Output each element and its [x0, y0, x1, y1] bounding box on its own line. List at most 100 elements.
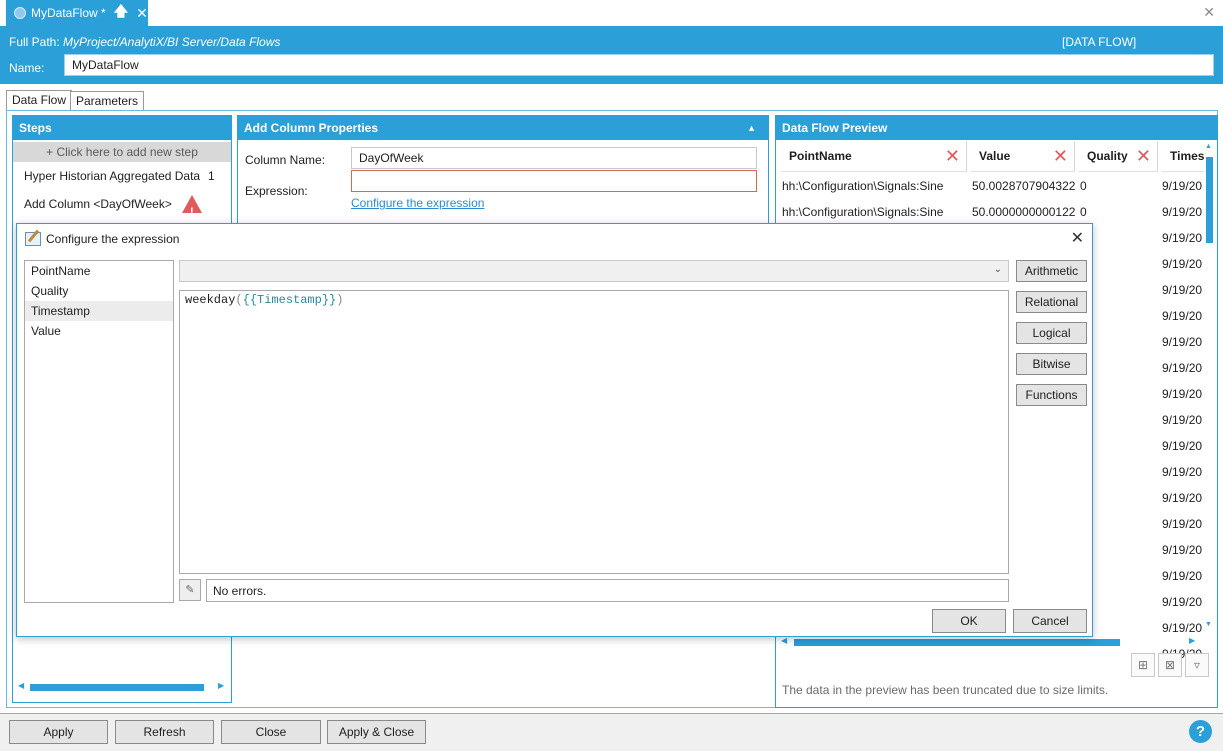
bitwise-button[interactable]: Bitwise — [1016, 353, 1087, 375]
expression-label: Expression: — [245, 184, 308, 198]
remove-column-icon[interactable]: ✕ — [945, 141, 960, 172]
dataflow-icon — [14, 7, 26, 19]
logical-button[interactable]: Logical — [1016, 322, 1087, 344]
validate-icon[interactable]: ✎ — [179, 579, 201, 601]
cell-time: 9/19/20 — [1162, 387, 1203, 401]
properties-title-text: Add Column Properties — [244, 121, 379, 135]
cell-time: 9/19/20 — [1162, 283, 1203, 297]
cell-time: 9/19/20 — [1162, 257, 1203, 271]
collapse-icon[interactable]: ▲ — [747, 116, 756, 140]
cell-time: 9/19/20 — [1162, 439, 1203, 453]
column-header-pointname[interactable]: PointName ✕ — [781, 141, 967, 172]
scroll-right-icon[interactable]: ▶ — [218, 681, 224, 690]
column-header-timestamp[interactable]: Times — [1162, 141, 1204, 172]
functions-button[interactable]: Functions — [1016, 384, 1087, 406]
relational-button[interactable]: Relational — [1016, 291, 1087, 313]
name-input[interactable]: MyDataFlow — [64, 54, 1214, 76]
column-settings-icon[interactable]: ⊞ — [1131, 653, 1155, 677]
column-header-quality[interactable]: Quality ✕ — [1079, 141, 1158, 172]
step-label: Add Column <DayOfWeek> — [24, 197, 172, 211]
cell-quality: 0 — [1080, 205, 1087, 219]
cell-time: 9/19/20 — [1162, 465, 1203, 479]
arithmetic-button[interactable]: Arithmetic — [1016, 260, 1087, 282]
pin-icon[interactable]: 🡅 — [114, 1, 128, 25]
preview-vertical-scrollbar[interactable]: ▲ ▼ — [1205, 143, 1213, 628]
field-item-timestamp[interactable]: Timestamp — [25, 301, 173, 321]
remove-column-icon[interactable]: ✕ — [1053, 141, 1068, 172]
expression-editor[interactable]: weekday({{Timestamp}}) — [179, 290, 1009, 574]
tab-data-flow[interactable]: Data Flow — [6, 90, 73, 111]
scroll-down-icon[interactable]: ▼ — [1205, 621, 1212, 628]
configure-expression-dialog: Configure the expression ✕ PointName Qua… — [16, 223, 1093, 637]
ok-button[interactable]: OK — [932, 609, 1006, 633]
field-item-pointname[interactable]: PointName — [25, 261, 173, 281]
scroll-right-icon[interactable]: ▶ — [1189, 636, 1195, 645]
step-item[interactable]: Hyper Historian Aggregated Data 1 — [13, 162, 231, 190]
apply-close-button[interactable]: Apply & Close — [327, 720, 426, 744]
expression-editor-icon — [25, 232, 41, 246]
field-item-value[interactable]: Value — [25, 321, 173, 341]
steps-horizontal-scrollbar[interactable]: ◀ ▶ — [18, 681, 226, 693]
expression-open-paren: ( — [235, 293, 243, 307]
bottom-toolbar: Apply Refresh Close Apply & Close ? — [0, 713, 1223, 751]
add-column-properties-panel: Add Column Properties ▲ Column Name: Day… — [237, 115, 769, 225]
filter-icon[interactable]: ▿ — [1185, 653, 1209, 677]
column-header-label: PointName — [789, 149, 852, 163]
preview-title: Data Flow Preview — [776, 116, 1217, 140]
add-step-button[interactable]: + Click here to add new step — [13, 142, 231, 162]
cell-time: 9/19/20 — [1162, 335, 1203, 349]
column-name-input[interactable]: DayOfWeek — [351, 147, 757, 169]
preview-horizontal-scrollbar[interactable]: ◀ ▶ — [781, 636, 1206, 648]
scroll-left-icon[interactable]: ◀ — [18, 681, 24, 690]
step-count: 1 — [208, 169, 215, 183]
configure-expression-link[interactable]: Configure the expression — [351, 196, 484, 210]
dialog-title: Configure the expression — [46, 232, 180, 246]
cell-time: 9/19/20 — [1162, 595, 1203, 609]
cell-time: 9/19/20 — [1162, 569, 1203, 583]
cell-quality: 0 — [1080, 179, 1087, 193]
expression-input[interactable] — [351, 170, 757, 192]
scroll-thumb[interactable] — [30, 684, 204, 691]
close-tab-icon[interactable]: ✕ — [136, 5, 148, 22]
refresh-button[interactable]: Refresh — [115, 720, 214, 744]
dialog-close-icon[interactable]: ✕ — [1071, 228, 1084, 248]
remove-columns-icon[interactable]: ⊠ — [1158, 653, 1182, 677]
tab-parameters[interactable]: Parameters — [70, 91, 145, 110]
document-tab[interactable]: MyDataFlow * 🡅 ✕ — [6, 0, 148, 26]
cell-point: hh:\Configuration\Signals:Sine — [782, 179, 944, 193]
document-tab-title: MyDataFlow * — [31, 6, 106, 20]
cell-value: 50.0000000000122 — [972, 205, 1076, 219]
column-header-value[interactable]: Value ✕ — [971, 141, 1075, 172]
cell-time: 9/19/20 — [1162, 309, 1203, 323]
close-window-icon[interactable]: ✕ — [1203, 4, 1215, 21]
type-label: [DATA FLOW] — [1062, 35, 1137, 49]
cell-time: 9/19/20 — [1162, 621, 1203, 635]
chevron-down-icon: ⌄ — [993, 264, 1002, 275]
scroll-up-icon[interactable]: ▲ — [1205, 143, 1212, 150]
scroll-thumb[interactable] — [794, 639, 1120, 646]
scroll-left-icon[interactable]: ◀ — [781, 636, 787, 645]
remove-column-icon[interactable]: ✕ — [1136, 141, 1151, 172]
warning-icon — [182, 195, 202, 226]
properties-title: Add Column Properties ▲ — [238, 116, 768, 140]
cell-time: 9/19/20 — [1162, 361, 1203, 375]
close-button[interactable]: Close — [221, 720, 321, 744]
step-item[interactable]: Add Column <DayOfWeek> — [13, 190, 231, 226]
status-box: No errors. — [206, 579, 1009, 602]
document-tabstrip — [0, 0, 1223, 26]
scroll-thumb[interactable] — [1206, 157, 1213, 243]
header: Full Path: MyProject/AnalytiX/BI Server/… — [0, 26, 1223, 84]
full-path-label: Full Path: — [9, 35, 60, 49]
cell-point: hh:\Configuration\Signals:Sine — [782, 205, 944, 219]
help-icon[interactable]: ? — [1189, 720, 1212, 743]
function-combo[interactable]: ⌄ — [179, 260, 1009, 282]
cancel-button[interactable]: Cancel — [1013, 609, 1087, 633]
truncated-note: The data in the preview has been truncat… — [782, 683, 1109, 697]
expression-argument: {{Timestamp}} — [242, 293, 337, 307]
full-path-value: MyProject/AnalytiX/BI Server/Data Flows — [63, 35, 281, 49]
apply-button[interactable]: Apply — [9, 720, 108, 744]
cell-value: 50.0028707904322 — [972, 179, 1076, 193]
field-item-quality[interactable]: Quality — [25, 281, 173, 301]
cell-time: 9/19/20 — [1162, 543, 1203, 557]
step-label: Hyper Historian Aggregated Data — [24, 169, 201, 183]
